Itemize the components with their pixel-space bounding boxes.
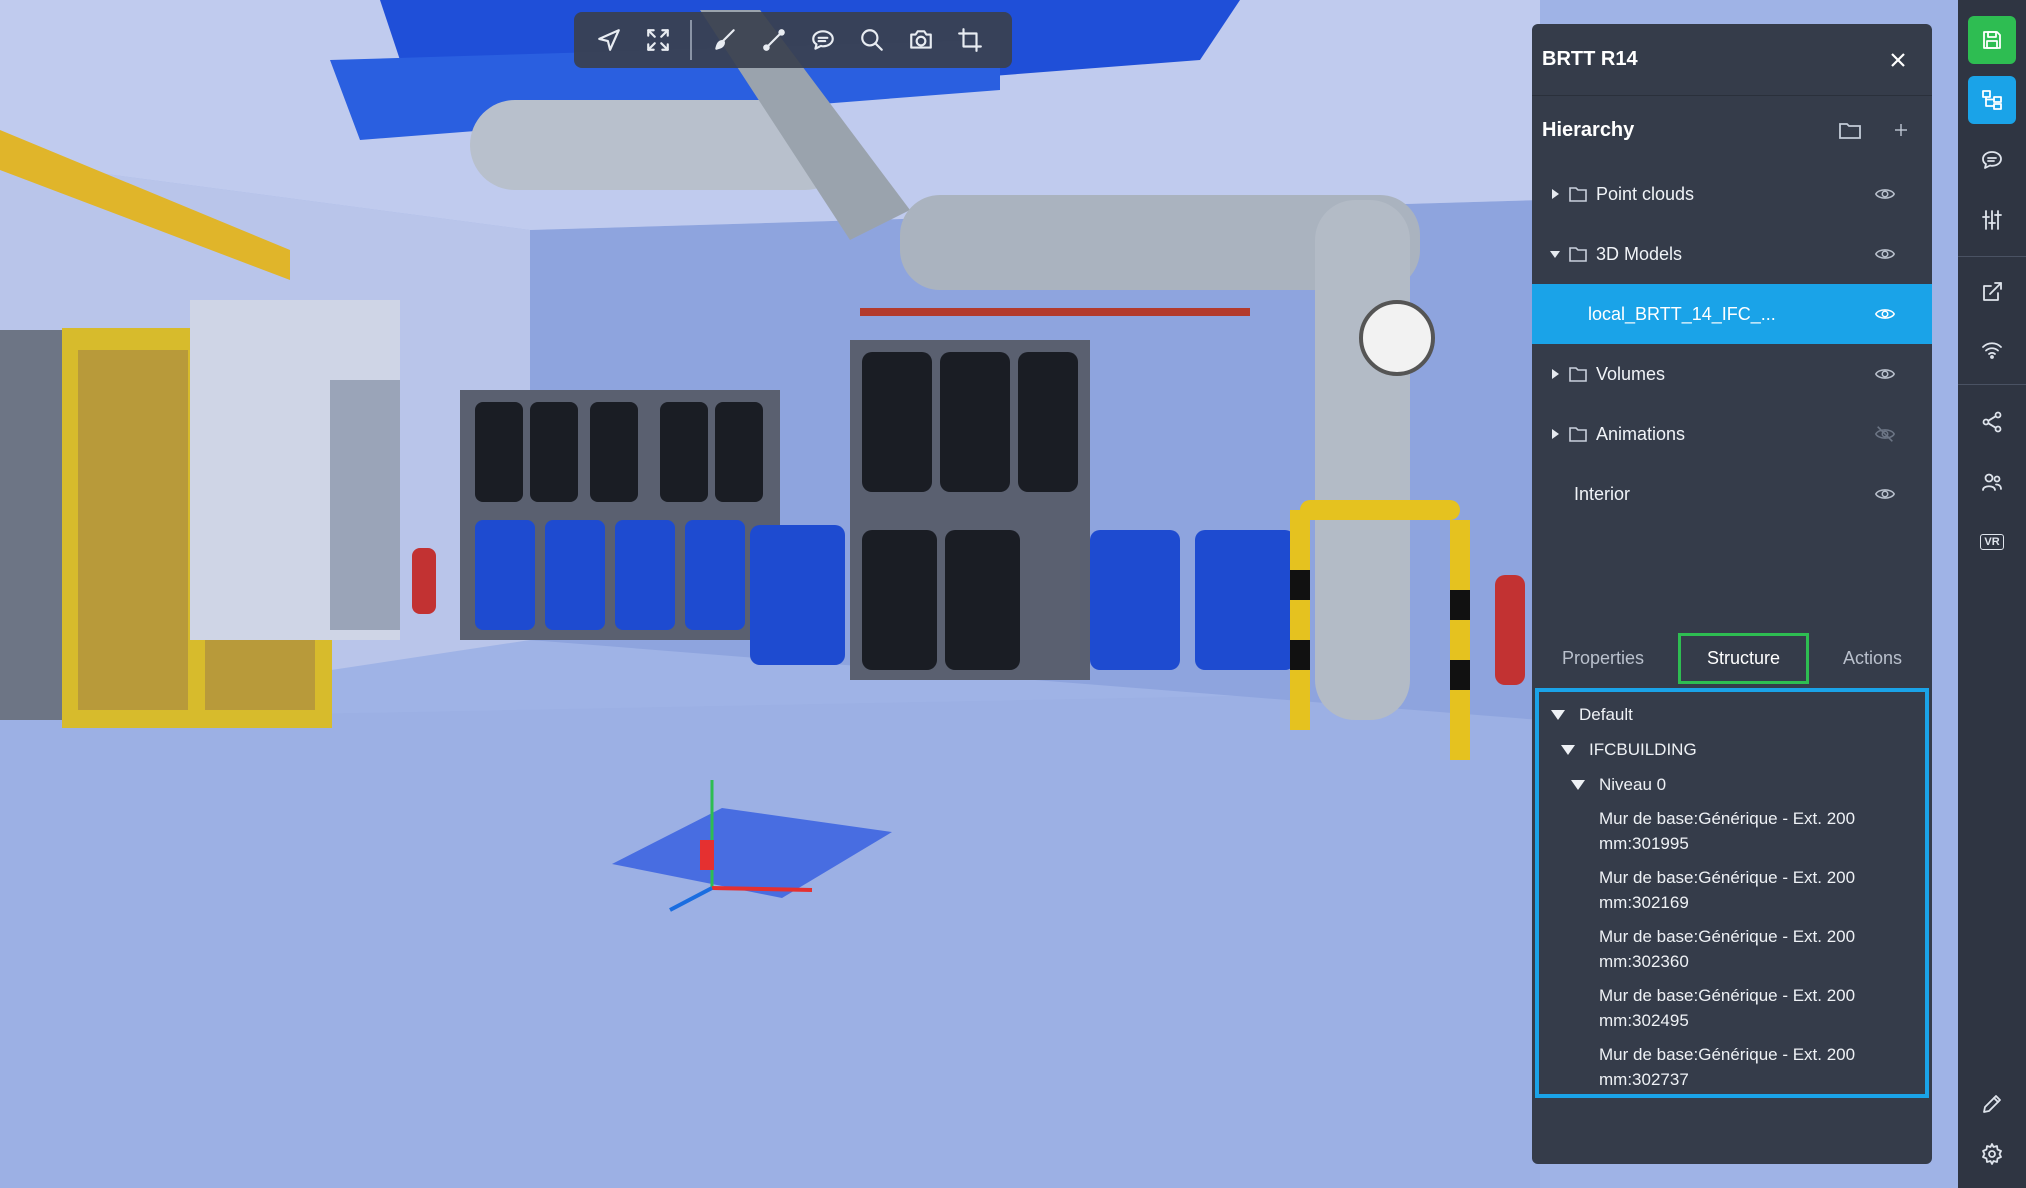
eye-icon[interactable] <box>1872 481 1898 507</box>
tree-leaf-line2: mm:302360 <box>1599 952 1689 971</box>
tree-leaf-line2: mm:301995 <box>1599 834 1689 853</box>
edit-button[interactable] <box>1968 1080 2016 1128</box>
settings-sliders-button[interactable] <box>1968 196 2016 244</box>
add-folder-icon[interactable] <box>1838 118 1862 142</box>
add-item-icon[interactable] <box>1892 121 1910 139</box>
tree-leaf-wall[interactable]: Mur de base:Générique - Ext. 200 mm:3021… <box>1539 865 1925 915</box>
eye-icon[interactable] <box>1872 361 1898 387</box>
fullscreen-icon[interactable] <box>635 18 680 62</box>
tree-node-label: Niveau 0 <box>1599 775 1667 794</box>
hierarchy-header: Hierarchy <box>1532 96 1932 164</box>
close-icon <box>1891 52 1905 67</box>
tree-leaf-line1: Mur de base:Générique - Ext. 200 <box>1599 868 1856 887</box>
brush-icon[interactable] <box>702 18 747 62</box>
caret-down-icon[interactable] <box>1561 737 1575 762</box>
hierarchy-item-label: Animations <box>1596 423 1686 444</box>
hierarchy-item-label: Interior <box>1574 483 1631 504</box>
hierarchy-icon <box>1982 90 2002 110</box>
tree-node-default[interactable]: Default <box>1539 702 1925 727</box>
caret-down-icon[interactable] <box>1571 772 1585 797</box>
caret-right-icon[interactable] <box>1548 427 1562 441</box>
tab-properties[interactable]: Properties <box>1536 636 1670 681</box>
share-icon <box>1982 411 2002 433</box>
share-button[interactable] <box>1968 398 2016 446</box>
hierarchy-item-volumes[interactable]: Volumes <box>1532 344 1932 404</box>
hierarchy-button[interactable] <box>1968 76 2016 124</box>
eye-icon[interactable] <box>1872 241 1898 267</box>
eye-icon[interactable] <box>1872 301 1898 327</box>
hierarchy-item-label: Point clouds <box>1596 183 1695 204</box>
folder-icon <box>1568 425 1588 443</box>
hierarchy-item-label: Volumes <box>1596 363 1666 384</box>
vr-button[interactable]: VR <box>1968 518 2016 566</box>
edit-icon <box>1983 1095 2001 1113</box>
hierarchy-item-label: local_BRTT_14_IFC_... <box>1588 303 1776 324</box>
toolbar-divider <box>690 20 692 60</box>
panel-header: BRTT R14 <box>1532 24 1932 96</box>
tab-structure[interactable]: Structure <box>1677 632 1809 684</box>
tree-leaf-line2: mm:302169 <box>1599 893 1689 912</box>
hierarchy-item-ifc-model[interactable]: local_BRTT_14_IFC_... <box>1532 284 1932 344</box>
vr-icon: VR <box>1980 534 2004 550</box>
sliders-icon <box>1982 210 2002 230</box>
tree-leaf-line1: Mur de base:Générique - Ext. 200 <box>1599 986 1856 1005</box>
caret-down-icon[interactable] <box>1551 702 1565 727</box>
hierarchy-item-animations[interactable]: Animations <box>1532 404 1932 464</box>
tree-node-niveau-0[interactable]: Niveau 0 <box>1539 772 1925 797</box>
navigate-icon[interactable] <box>586 18 631 62</box>
sidebar-divider <box>1958 256 2026 257</box>
tree-leaf-line1: Mur de base:Générique - Ext. 200 <box>1599 1045 1856 1064</box>
external-link-icon <box>1983 282 2002 301</box>
folder-icon <box>1568 245 1588 263</box>
hierarchy-item-label: 3D Models <box>1596 243 1683 264</box>
tree-leaf-wall[interactable]: Mur de base:Générique - Ext. 200 mm:3019… <box>1539 806 1925 856</box>
caret-down-icon[interactable] <box>1548 247 1562 261</box>
right-sidebar: VR <box>1958 0 2026 1188</box>
tree-leaf-line2: mm:302737 <box>1599 1070 1689 1089</box>
tree-leaf-wall[interactable]: Mur de base:Générique - Ext. 200 mm:3023… <box>1539 924 1925 974</box>
comment-icon <box>1982 151 2002 169</box>
crop-icon[interactable] <box>947 18 992 62</box>
users-button[interactable] <box>1968 458 2016 506</box>
hierarchy-item-point-clouds[interactable]: Point clouds <box>1532 164 1932 224</box>
tree-leaf-line2: mm:302495 <box>1599 1011 1689 1030</box>
measure-icon[interactable] <box>751 18 796 62</box>
tree-node-label: IFCBUILDING <box>1589 740 1697 759</box>
connection-button[interactable] <box>1968 326 2016 374</box>
panel-title: BRTT R14 <box>1542 48 1638 70</box>
settings-button[interactable] <box>1968 1130 2016 1178</box>
folder-icon <box>1568 365 1588 383</box>
search-icon[interactable] <box>849 18 894 62</box>
tree-node-label: Default <box>1579 705 1633 724</box>
settings-icon <box>1982 1143 2002 1165</box>
tree-node-ifcbuilding[interactable]: IFCBUILDING <box>1539 737 1925 762</box>
hierarchy-item-3d-models[interactable]: 3D Models <box>1532 224 1932 284</box>
folder-icon <box>1568 185 1588 203</box>
hierarchy-title: Hierarchy <box>1542 118 1635 141</box>
tree-leaf-wall[interactable]: Mur de base:Générique - Ext. 200 mm:3024… <box>1539 983 1925 1033</box>
tree-leaf-wall[interactable]: Mur de base:Générique - Ext. 200 mm:3027… <box>1539 1042 1925 1092</box>
comment-icon[interactable] <box>800 18 845 62</box>
tree-leaf-line1: Mur de base:Générique - Ext. 200 <box>1599 809 1856 828</box>
hierarchy-item-interior[interactable]: Interior <box>1532 464 1932 524</box>
structure-tree[interactable]: Default IFCBUILDING Niveau 0 Mur de base… <box>1535 688 1929 1098</box>
caret-right-icon[interactable] <box>1548 187 1562 201</box>
sidebar-divider <box>1958 384 2026 385</box>
tree-leaf-line1: Mur de base:Générique - Ext. 200 <box>1599 927 1856 946</box>
comments-button[interactable] <box>1968 136 2016 184</box>
panel-tabs: Properties Structure Actions <box>1532 630 1932 686</box>
caret-right-icon[interactable] <box>1548 367 1562 381</box>
camera-icon[interactable] <box>898 18 943 62</box>
tab-actions[interactable]: Actions <box>1817 636 1928 681</box>
save-icon <box>1983 31 2001 49</box>
project-panel: BRTT R14 Hierarchy Point clouds 3D Model… <box>1532 24 1932 1164</box>
save-button[interactable] <box>1968 16 2016 64</box>
wifi-icon <box>1982 342 2002 359</box>
users-icon <box>1982 473 2002 491</box>
close-panel-button[interactable] <box>1884 46 1912 74</box>
export-button[interactable] <box>1968 268 2016 316</box>
eye-off-icon[interactable] <box>1872 421 1898 447</box>
viewport-toolbar <box>574 12 1012 68</box>
eye-icon[interactable] <box>1872 181 1898 207</box>
